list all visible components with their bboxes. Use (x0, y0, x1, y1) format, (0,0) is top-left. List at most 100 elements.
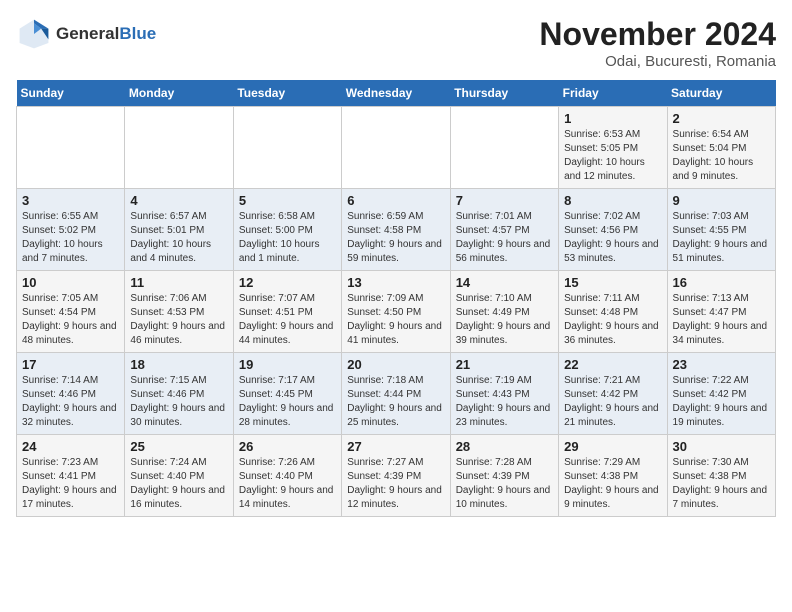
calendar-cell (342, 107, 450, 189)
day-info: Sunrise: 7:09 AM Sunset: 4:50 PM Dayligh… (347, 292, 444, 348)
day-info: Sunrise: 7:30 AM Sunset: 4:38 PM Dayligh… (673, 456, 770, 512)
day-info: Sunrise: 7:06 AM Sunset: 4:53 PM Dayligh… (130, 292, 227, 348)
calendar-cell: 14Sunrise: 7:10 AM Sunset: 4:49 PM Dayli… (450, 271, 558, 353)
day-number: 5 (239, 193, 336, 208)
calendar-cell: 7 Sunrise: 7:01 AM Sunset: 4:57 PM Daylig… (450, 189, 558, 271)
calendar-cell: 27 Sunrise: 7:27 AM Sunset: 4:39 PM Dayli… (342, 435, 450, 517)
logo: General Blue (16, 16, 156, 52)
day-info: Sunrise: 7:21 AM Sunset: 4:42 PM Dayligh… (564, 374, 661, 430)
day-number: 3 (22, 193, 119, 208)
calendar-cell: 4 Sunrise: 6:57 AM Sunset: 5:01 PM Daylig… (125, 189, 233, 271)
day-info: Sunrise: 6:59 AM Sunset: 4:58 PM Dayligh… (347, 210, 444, 266)
day-number: 9 (673, 193, 770, 208)
calendar-cell: 19 Sunrise: 7:17 AM Sunset: 4:45 PM Dayli… (233, 353, 341, 435)
calendar-table: SundayMondayTuesdayWednesdayThursdayFrid… (16, 80, 776, 517)
page-header: General Blue November 2024 Odai, Bucures… (16, 16, 776, 70)
day-info: Sunrise: 7:27 AM Sunset: 4:39 PM Dayligh… (347, 456, 444, 512)
calendar-cell: 11 Sunrise: 7:06 AM Sunset: 4:53 PM Dayli… (125, 271, 233, 353)
day-info: Sunrise: 7:29 AM Sunset: 4:38 PM Dayligh… (564, 456, 661, 512)
calendar-cell (125, 107, 233, 189)
day-info: Sunrise: 7:11 AM Sunset: 4:48 PM Dayligh… (564, 292, 661, 348)
calendar-cell: 22 Sunrise: 7:21 AM Sunset: 4:42 PM Dayli… (559, 353, 667, 435)
weekday-header-monday: Monday (125, 80, 233, 107)
day-number: 2 (673, 111, 770, 126)
title-block: November 2024 Odai, Bucuresti, Romania (539, 16, 776, 70)
day-number: 17 (22, 357, 119, 372)
day-number: 11 (130, 275, 227, 290)
day-info: Sunrise: 7:05 AM Sunset: 4:54 PM Dayligh… (22, 292, 119, 348)
day-info: Sunrise: 6:53 AM Sunset: 5:05 PM Dayligh… (564, 128, 661, 184)
day-number: 4 (130, 193, 227, 208)
day-info: Sunrise: 6:55 AM Sunset: 5:02 PM Dayligh… (22, 210, 119, 266)
calendar-cell: 1 Sunrise: 6:53 AM Sunset: 5:05 PM Daylig… (559, 107, 667, 189)
calendar-week-row: 1 Sunrise: 6:53 AM Sunset: 5:05 PM Daylig… (17, 107, 776, 189)
location: Odai, Bucuresti, Romania (539, 53, 776, 70)
calendar-cell: 10Sunrise: 7:05 AM Sunset: 4:54 PM Dayli… (17, 271, 125, 353)
day-number: 1 (564, 111, 661, 126)
calendar-cell: 17 Sunrise: 7:14 AM Sunset: 4:46 PM Dayli… (17, 353, 125, 435)
weekday-header-saturday: Saturday (667, 80, 775, 107)
calendar-cell: 20 Sunrise: 7:18 AM Sunset: 4:44 PM Dayli… (342, 353, 450, 435)
day-info: Sunrise: 7:23 AM Sunset: 4:41 PM Dayligh… (22, 456, 119, 512)
weekday-header-wednesday: Wednesday (342, 80, 450, 107)
day-info: Sunrise: 7:18 AM Sunset: 4:44 PM Dayligh… (347, 374, 444, 430)
day-info: Sunrise: 7:17 AM Sunset: 4:45 PM Dayligh… (239, 374, 336, 430)
day-number: 21 (456, 357, 553, 372)
day-info: Sunrise: 7:24 AM Sunset: 4:40 PM Dayligh… (130, 456, 227, 512)
calendar-cell: 24 Sunrise: 7:23 AM Sunset: 4:41 PM Dayli… (17, 435, 125, 517)
calendar-week-row: 10Sunrise: 7:05 AM Sunset: 4:54 PM Dayli… (17, 271, 776, 353)
calendar-cell: 30 Sunrise: 7:30 AM Sunset: 4:38 PM Dayli… (667, 435, 775, 517)
logo-blue: Blue (119, 24, 156, 44)
day-number: 19 (239, 357, 336, 372)
calendar-week-row: 3 Sunrise: 6:55 AM Sunset: 5:02 PM Daylig… (17, 189, 776, 271)
day-number: 13 (347, 275, 444, 290)
calendar-cell: 3 Sunrise: 6:55 AM Sunset: 5:02 PM Daylig… (17, 189, 125, 271)
calendar-cell: 18Sunrise: 7:15 AM Sunset: 4:46 PM Dayli… (125, 353, 233, 435)
calendar-cell: 23Sunrise: 7:22 AM Sunset: 4:42 PM Dayli… (667, 353, 775, 435)
logo-text: General Blue (56, 24, 156, 44)
calendar-cell: 13 Sunrise: 7:09 AM Sunset: 4:50 PM Dayli… (342, 271, 450, 353)
day-info: Sunrise: 7:14 AM Sunset: 4:46 PM Dayligh… (22, 374, 119, 430)
calendar-week-row: 17 Sunrise: 7:14 AM Sunset: 4:46 PM Dayli… (17, 353, 776, 435)
day-number: 30 (673, 439, 770, 454)
calendar-cell (450, 107, 558, 189)
day-info: Sunrise: 7:03 AM Sunset: 4:55 PM Dayligh… (673, 210, 770, 266)
logo-general: General (56, 24, 119, 44)
calendar-cell (17, 107, 125, 189)
calendar-cell: 16Sunrise: 7:13 AM Sunset: 4:47 PM Dayli… (667, 271, 775, 353)
day-number: 26 (239, 439, 336, 454)
day-info: Sunrise: 6:54 AM Sunset: 5:04 PM Dayligh… (673, 128, 770, 184)
month-title: November 2024 (539, 16, 776, 53)
calendar-cell: 28 Sunrise: 7:28 AM Sunset: 4:39 PM Dayli… (450, 435, 558, 517)
day-info: Sunrise: 7:07 AM Sunset: 4:51 PM Dayligh… (239, 292, 336, 348)
calendar-cell (233, 107, 341, 189)
weekday-header-friday: Friday (559, 80, 667, 107)
day-info: Sunrise: 7:02 AM Sunset: 4:56 PM Dayligh… (564, 210, 661, 266)
day-info: Sunrise: 6:57 AM Sunset: 5:01 PM Dayligh… (130, 210, 227, 266)
calendar-cell: 21Sunrise: 7:19 AM Sunset: 4:43 PM Dayli… (450, 353, 558, 435)
day-number: 7 (456, 193, 553, 208)
day-info: Sunrise: 6:58 AM Sunset: 5:00 PM Dayligh… (239, 210, 336, 266)
day-info: Sunrise: 7:01 AM Sunset: 4:57 PM Dayligh… (456, 210, 553, 266)
calendar-cell: 2 Sunrise: 6:54 AM Sunset: 5:04 PM Daylig… (667, 107, 775, 189)
day-number: 12 (239, 275, 336, 290)
day-info: Sunrise: 7:28 AM Sunset: 4:39 PM Dayligh… (456, 456, 553, 512)
calendar-cell: 29Sunrise: 7:29 AM Sunset: 4:38 PM Dayli… (559, 435, 667, 517)
calendar-cell: 5 Sunrise: 6:58 AM Sunset: 5:00 PM Daylig… (233, 189, 341, 271)
calendar-cell: 26Sunrise: 7:26 AM Sunset: 4:40 PM Dayli… (233, 435, 341, 517)
day-number: 27 (347, 439, 444, 454)
calendar-cell: 9 Sunrise: 7:03 AM Sunset: 4:55 PM Daylig… (667, 189, 775, 271)
day-number: 28 (456, 439, 553, 454)
logo-icon (16, 16, 52, 52)
day-info: Sunrise: 7:22 AM Sunset: 4:42 PM Dayligh… (673, 374, 770, 430)
day-number: 16 (673, 275, 770, 290)
day-number: 22 (564, 357, 661, 372)
day-number: 24 (22, 439, 119, 454)
calendar-week-row: 24 Sunrise: 7:23 AM Sunset: 4:41 PM Dayli… (17, 435, 776, 517)
day-number: 20 (347, 357, 444, 372)
day-number: 15 (564, 275, 661, 290)
day-info: Sunrise: 7:10 AM Sunset: 4:49 PM Dayligh… (456, 292, 553, 348)
weekday-header-thursday: Thursday (450, 80, 558, 107)
calendar-cell: 8Sunrise: 7:02 AM Sunset: 4:56 PM Daylig… (559, 189, 667, 271)
calendar-cell: 15 Sunrise: 7:11 AM Sunset: 4:48 PM Dayli… (559, 271, 667, 353)
